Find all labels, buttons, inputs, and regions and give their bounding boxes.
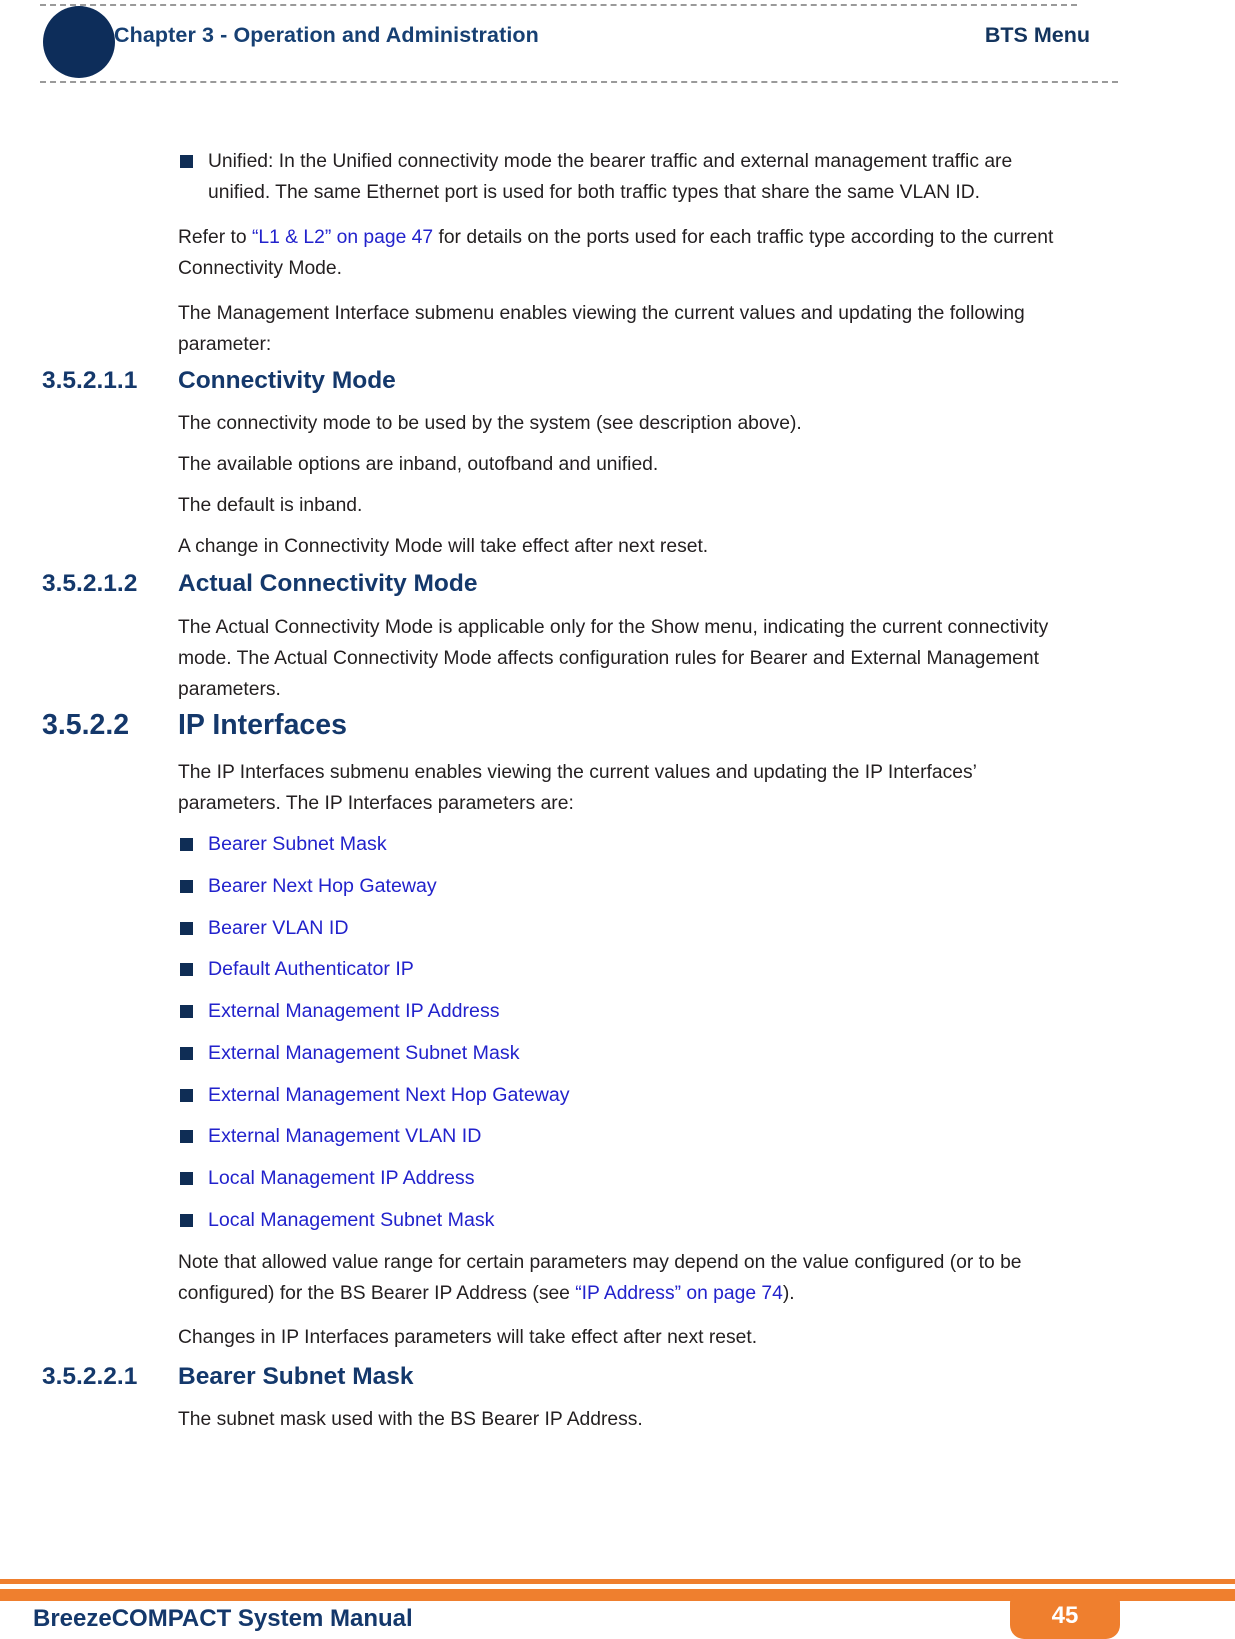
list-item-label: Unified: In the Unified connectivity mod… [208, 151, 1013, 172]
page-header: Chapter 3 - Operation and Administration… [0, 0, 1235, 90]
section-3-5-2-1-1-para-3: A change in Connectivity Mode will take … [178, 536, 709, 557]
section-3-5-2-2-1-para-0: The subnet mask used with the BS Bearer … [178, 1409, 643, 1430]
refer-paragraph-line1: Refer to “L1 & L2” on page 47 for detail… [178, 222, 1053, 253]
page-number: 45 [1051, 1602, 1079, 1629]
header-divider-top [40, 4, 1077, 6]
square-bullet-icon [180, 1047, 193, 1060]
link-bearer-vlan-id[interactable]: Bearer VLAN ID [208, 913, 348, 944]
note-prefix: configured) for the BS Bearer IP Address… [178, 1283, 576, 1304]
link-local-management-ip-address[interactable]: Local Management IP Address [208, 1163, 475, 1194]
link-external-management-vlan-id[interactable]: External Management VLAN ID [208, 1121, 481, 1152]
square-bullet-icon [180, 963, 193, 976]
heading-title: Bearer Subnet Mask [178, 1363, 414, 1390]
square-bullet-icon [180, 838, 193, 851]
square-bullet-icon [180, 1130, 193, 1143]
section-3-5-2-1-1-para-0: The connectivity mode to be used by the … [178, 413, 802, 434]
square-bullet-icon [180, 1005, 193, 1018]
mgmt-paragraph-line1: The Management Interface submenu enables… [178, 303, 1025, 324]
note-paragraph-line1: Note that allowed value range for certai… [178, 1252, 1022, 1273]
note-suffix: ). [782, 1283, 795, 1304]
section-3-5-2-1-2-para-2: parameters. [178, 679, 281, 700]
section-3-5-2-1-2-para-1: mode. The Actual Connectivity Mode affec… [178, 648, 1039, 669]
heading-number: 3.5.2.2 [42, 709, 130, 741]
heading-title: Connectivity Mode [178, 367, 396, 394]
section-3-5-2-1-1-para-2: The default is inband. [178, 495, 363, 516]
section-3-5-2-1-2-para-0: The Actual Connectivity Mode is applicab… [178, 617, 1049, 638]
heading-number: 3.5.2.2.1 [42, 1363, 138, 1390]
square-bullet-icon [180, 1089, 193, 1102]
refer-prefix: Refer to [178, 227, 252, 248]
square-bullet-icon [180, 1172, 193, 1185]
header-chapter-title: Chapter 3 - Operation and Administration [114, 23, 539, 47]
footer-manual-title: BreezeCOMPACT System Manual [33, 1605, 413, 1632]
link-external-management-ip-address[interactable]: External Management IP Address [208, 996, 500, 1027]
link-bearer-subnet-mask[interactable]: Bearer Subnet Mask [208, 829, 387, 860]
link-local-management-subnet-mask[interactable]: Local Management Subnet Mask [208, 1205, 494, 1236]
section-3-5-2-2-para-0: The IP Interfaces submenu enables viewin… [178, 762, 977, 783]
refer-paragraph-line2: Connectivity Mode. [178, 258, 342, 279]
square-bullet-icon [180, 922, 193, 935]
heading-number: 3.5.2.1.1 [42, 367, 138, 394]
note-paragraph-line2: configured) for the BS Bearer IP Address… [178, 1278, 795, 1309]
unified-bullet-line2: unified. The same Ethernet port is used … [208, 182, 981, 203]
link-default-authenticator-ip[interactable]: Default Authenticator IP [208, 954, 414, 985]
square-bullet-icon [180, 880, 193, 893]
link-external-management-subnet-mask[interactable]: External Management Subnet Mask [208, 1038, 520, 1069]
page-number-tab: 45 [1010, 1589, 1120, 1639]
heading-title: Actual Connectivity Mode [178, 570, 478, 597]
square-bullet-icon [180, 155, 193, 168]
header-divider-bottom [40, 81, 1118, 83]
footer-rule-thin [0, 1579, 1235, 1584]
section-3-5-2-1-1-para-1: The available options are inband, outofb… [178, 454, 659, 475]
square-bullet-icon [180, 1214, 193, 1227]
refer-suffix: for details on the ports used for each t… [433, 227, 1054, 248]
section-3-5-2-2-para-1: parameters. The IP Interfaces parameters… [178, 793, 574, 814]
changes-paragraph: Changes in IP Interfaces parameters will… [178, 1327, 758, 1348]
header-circle-decoration [43, 6, 115, 78]
heading-number: 3.5.2.1.2 [42, 570, 138, 597]
header-section-title: BTS Menu [984, 23, 1090, 47]
link-external-management-next-hop-gateway[interactable]: External Management Next Hop Gateway [208, 1080, 570, 1111]
mgmt-paragraph-line2: parameter: [178, 334, 272, 355]
heading-title: IP Interfaces [178, 709, 347, 741]
link-bearer-next-hop-gateway[interactable]: Bearer Next Hop Gateway [208, 871, 437, 902]
link-ip-address-page74[interactable]: “IP Address” on page 74 [575, 1283, 783, 1304]
link-l1-l2-page47[interactable]: “L1 & L2” on page 47 [252, 227, 433, 248]
